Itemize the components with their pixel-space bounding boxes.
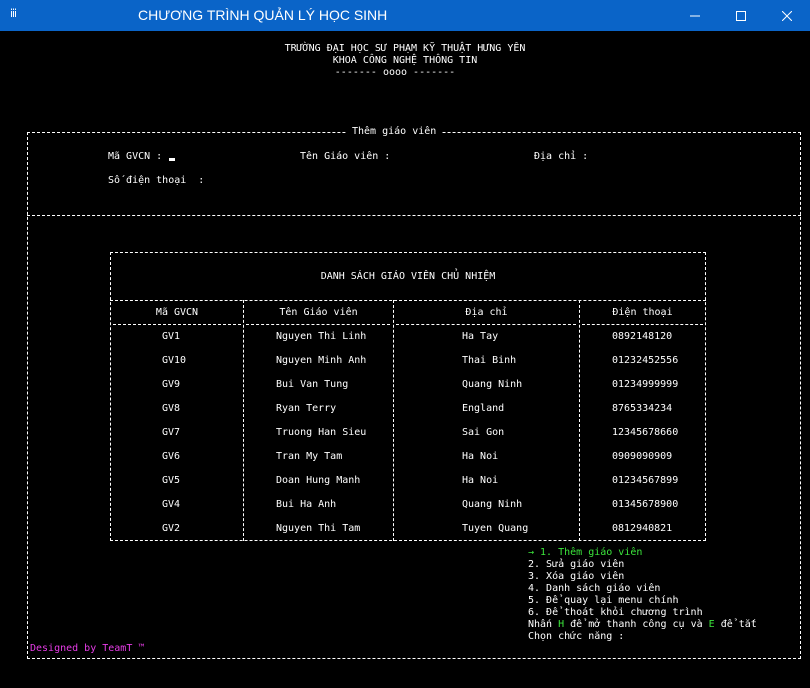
cell-dienthoai: 01234999999 xyxy=(612,379,679,390)
table-title: DANH SÁCH GIÁO VIÊN CHỦ NHIỆM xyxy=(320,271,496,282)
designed-by: Designed by TeamT ™ xyxy=(30,643,145,654)
close-button[interactable] xyxy=(764,0,810,31)
field-dia-chi-label: Địa chỉ : xyxy=(534,151,589,162)
cell-ma: GV9 xyxy=(162,379,181,390)
cell-dienthoai: 01345678900 xyxy=(612,499,679,510)
close-icon xyxy=(782,10,792,21)
maximize-icon xyxy=(736,10,746,21)
cell-ten: Nguyen Thi Tam xyxy=(276,523,361,534)
cell-ma: GV4 xyxy=(162,499,181,510)
cell-ten: Bui Ha Anh xyxy=(276,499,337,510)
cell-dienthoai: 12345678660 xyxy=(612,427,679,438)
minimize-button[interactable] xyxy=(672,0,718,31)
field-ten-gv-label: Tên Giáo viên : xyxy=(300,151,391,162)
menu-item-list-teachers[interactable]: 4. Danh sách giáo viên xyxy=(528,583,660,595)
column-header-dienthoai: Điện thoại xyxy=(612,307,673,318)
menu-item-exit[interactable]: 6. Để thoát khỏi chương trình xyxy=(528,607,703,619)
header-underline xyxy=(246,324,390,325)
teacher-table xyxy=(110,252,706,541)
minimize-icon xyxy=(690,15,700,16)
cell-dienthoai: 0909090909 xyxy=(612,451,673,462)
cell-diachi: Quang Ninh xyxy=(462,499,523,510)
menu-prompt: Chọn chức năng : xyxy=(528,631,625,642)
title-bar: ⅲ CHƯƠNG TRÌNH QUẢN LÝ HỌC SINH xyxy=(0,0,810,31)
column-header-ten: Tên Giáo viên xyxy=(279,307,358,318)
cell-ten: Tran My Tam xyxy=(276,451,343,462)
field-sdt-label: Số điện thoại : xyxy=(108,175,205,186)
text-cursor[interactable] xyxy=(169,158,175,161)
hint-text: để tắt xyxy=(714,619,757,630)
cell-diachi: Sai Gon xyxy=(462,427,505,438)
menu-item-back-main-menu[interactable]: 5. Để quay lại menu chính xyxy=(528,595,679,607)
window-title: CHƯƠNG TRÌNH QUẢN LÝ HỌC SINH xyxy=(138,7,388,23)
menu-hint: Nhấn H để mở thanh công cụ và E để tắt xyxy=(528,619,757,631)
cell-diachi: Ha Tay xyxy=(462,331,499,342)
column-separator xyxy=(243,300,244,541)
cell-diachi: Ha Noi xyxy=(462,475,499,486)
hint-text: Nhấn xyxy=(528,619,559,630)
cell-diachi: England xyxy=(462,403,505,414)
cell-ten: Nguyen Thi Linh xyxy=(276,331,367,342)
cell-ma: GV5 xyxy=(162,475,181,486)
hint-text: để mở thanh công cụ và xyxy=(564,619,709,630)
cell-dienthoai: 0892148120 xyxy=(612,331,673,342)
cell-ma: GV8 xyxy=(162,403,181,414)
cell-ma: GV2 xyxy=(162,523,181,534)
cell-ten: Doan Hung Manh xyxy=(276,475,361,486)
cell-dienthoai: 0812940821 xyxy=(612,523,673,534)
cell-ma: GV1 xyxy=(162,331,181,342)
cell-diachi: Ha Noi xyxy=(462,451,499,462)
cell-ma: GV10 xyxy=(162,355,187,366)
table-title-divider xyxy=(110,300,706,301)
menu-item-delete-teacher[interactable]: 3. Xóa giáo viên xyxy=(528,571,624,583)
cell-ma: GV7 xyxy=(162,427,181,438)
cell-diachi: Thai Binh xyxy=(462,355,517,366)
cell-dienthoai: 01234567899 xyxy=(612,475,679,486)
cell-ten: Nguyen Minh Anh xyxy=(276,355,367,366)
cell-ten: Bui Van Tung xyxy=(276,379,349,390)
header-divider: ------- oooo ------- xyxy=(334,67,456,78)
header-faculty: KHOA CÔNG NGHỆ THÔNG TIN xyxy=(332,55,478,66)
header-underline xyxy=(396,324,576,325)
console-icon: ⅲ xyxy=(10,7,18,20)
column-header-ma: Mã GVCN xyxy=(155,307,199,318)
column-header-diachi: Địa chỉ xyxy=(465,307,508,318)
header-underline xyxy=(582,324,703,325)
column-separator xyxy=(393,300,394,541)
cell-diachi: Tuyen Quang xyxy=(462,523,529,534)
form-divider xyxy=(27,215,801,216)
maximize-button[interactable] xyxy=(718,0,764,31)
cell-ten: Truong Han Sieu xyxy=(276,427,367,438)
menu-item-edit-teacher[interactable]: 2. Sửa giáo viên xyxy=(528,559,624,571)
cell-dienthoai: 01232452556 xyxy=(612,355,679,366)
column-separator xyxy=(579,300,580,541)
menu-item-add-teacher[interactable]: → 1. Thêm giáo viên xyxy=(528,547,642,559)
cell-ma: GV6 xyxy=(162,451,181,462)
header-school: TRƯỜNG ĐẠI HỌC SƯ PHẠM KỸ THUẬT HƯNG YÊN xyxy=(284,43,526,54)
field-ma-gvcn-label: Mã GVCN : xyxy=(108,151,163,162)
cell-diachi: Quang Ninh xyxy=(462,379,523,390)
form-legend: Thêm giáo viên xyxy=(346,126,443,138)
header-underline xyxy=(113,324,241,325)
cell-ten: Ryan Terry xyxy=(276,403,337,414)
cell-dienthoai: 8765334234 xyxy=(612,403,673,414)
